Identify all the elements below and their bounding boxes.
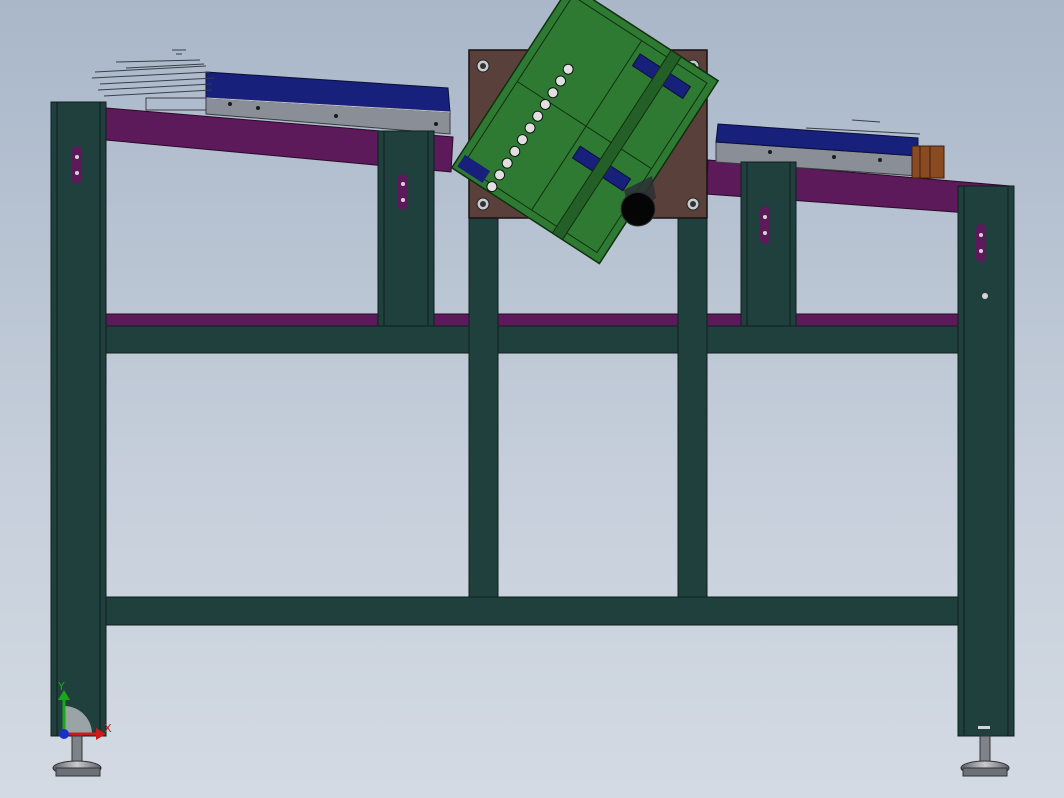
left-conveyor-upright [377, 130, 435, 327]
inner-post-left [468, 217, 499, 598]
right-leveling-foot [960, 735, 1010, 777]
right-leg [957, 185, 1015, 737]
left-conveyor-motor-outline [91, 49, 215, 111]
right-conveyor-bearing [911, 145, 945, 179]
z-axis-icon [59, 729, 69, 739]
cad-viewport[interactable]: Y X [0, 0, 1064, 798]
x-axis-label: X [104, 722, 112, 735]
right-conveyor-upright [740, 161, 797, 327]
y-axis-label: Y [57, 680, 65, 693]
top-rail [105, 313, 959, 327]
left-leg [50, 101, 107, 737]
left-leveling-foot [52, 735, 102, 777]
top-crossbeam [105, 325, 959, 354]
bottom-crossbeam [105, 596, 959, 626]
inner-post-right [677, 217, 708, 598]
assembly-drawing: Y X [50, 0, 1015, 777]
